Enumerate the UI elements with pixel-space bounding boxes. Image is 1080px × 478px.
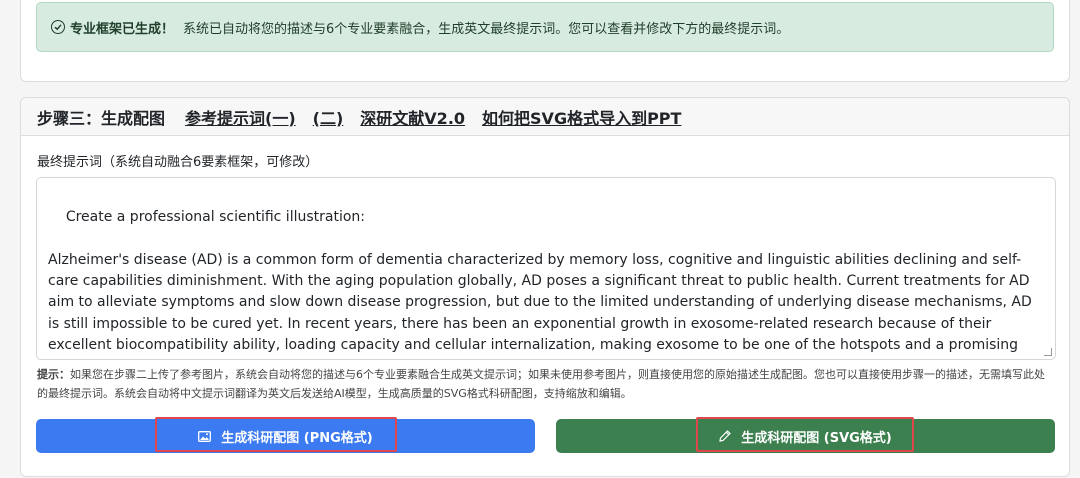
alert-title: 专业框架已生成！ <box>70 21 175 37</box>
step3-card: 步骤三：生成配图 参考提示词(一) (二) 深研文献V2.0 如何把SVG格式导… <box>20 97 1070 477</box>
alert-message: 系统已自动将您的描述与6个专业要素融合，生成英文最终提示词。您可以查看并修改下方… <box>183 21 790 37</box>
pen-icon <box>719 430 732 442</box>
image-icon <box>198 430 212 442</box>
resize-handle[interactable] <box>1044 348 1052 356</box>
generate-svg-label: 生成科研配图 (SVG格式) <box>741 430 892 446</box>
hint-body: 如果您在步骤二上传了参考图片，系统会自动将您的描述与6个专业要素融合生成英文提示… <box>37 368 1045 400</box>
success-alert: 专业框架已生成！ 系统已自动将您的描述与6个专业要素融合，生成英文最终提示词。您… <box>36 2 1054 52</box>
prompt-label: 最终提示词（系统自动融合6要素框架，可修改） <box>37 155 319 170</box>
link-reference-prompt-1[interactable]: 参考提示词(一) <box>185 105 296 129</box>
link-deep-research[interactable]: 深研文献V2.0 <box>360 105 465 129</box>
hint-label: 提示： <box>37 368 70 381</box>
link-svg-to-ppt[interactable]: 如何把SVG格式导入到PPT <box>482 105 681 129</box>
hint-text: 提示：如果您在步骤二上传了参考图片，系统会自动将您的描述与6个专业要素融合生成英… <box>37 365 1055 403</box>
check-circle-icon <box>51 20 65 34</box>
final-prompt-textarea[interactable]: Create a professional scientific illustr… <box>36 177 1056 360</box>
generate-png-button[interactable]: 生成科研配图 (PNG格式) <box>36 419 535 453</box>
final-prompt-text: Create a professional scientific illustr… <box>48 209 1032 359</box>
step3-header: 步骤三：生成配图 参考提示词(一) (二) 深研文献V2.0 如何把SVG格式导… <box>21 98 1069 136</box>
generate-svg-button[interactable]: 生成科研配图 (SVG格式) <box>556 419 1055 453</box>
step3-title: 步骤三：生成配图 <box>37 108 166 128</box>
generate-png-label: 生成科研配图 (PNG格式) <box>221 430 373 446</box>
link-reference-prompt-2[interactable]: (二) <box>313 105 344 129</box>
